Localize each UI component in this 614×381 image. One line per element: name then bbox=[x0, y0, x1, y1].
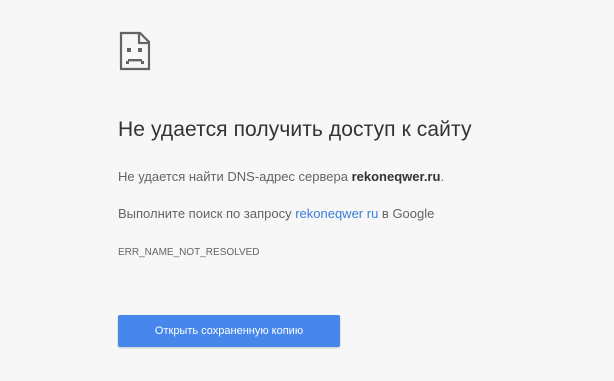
dns-error-message: Не удается найти DNS-адрес сервера rekon… bbox=[118, 169, 444, 184]
server-host: rekoneqwer.ru bbox=[351, 169, 441, 184]
dns-message-text: Не удается найти DNS-адрес сервера bbox=[118, 169, 352, 184]
search-query-link[interactable]: rekoneqwer ru bbox=[295, 206, 378, 221]
search-suggestion: Выполните поиск по запросу rekoneqwer ru… bbox=[118, 206, 434, 221]
page-title: Не удается получить доступ к сайту bbox=[118, 118, 472, 141]
open-cached-copy-button[interactable]: Открыть сохраненную копию bbox=[118, 315, 340, 347]
sad-page-icon bbox=[118, 30, 152, 72]
search-suggestion-engine: в Google bbox=[378, 206, 435, 221]
search-suggestion-text: Выполните поиск по запросу bbox=[118, 206, 296, 221]
dns-message-end: . bbox=[440, 169, 445, 184]
error-code: ERR_NAME_NOT_RESOLVED bbox=[118, 247, 260, 258]
